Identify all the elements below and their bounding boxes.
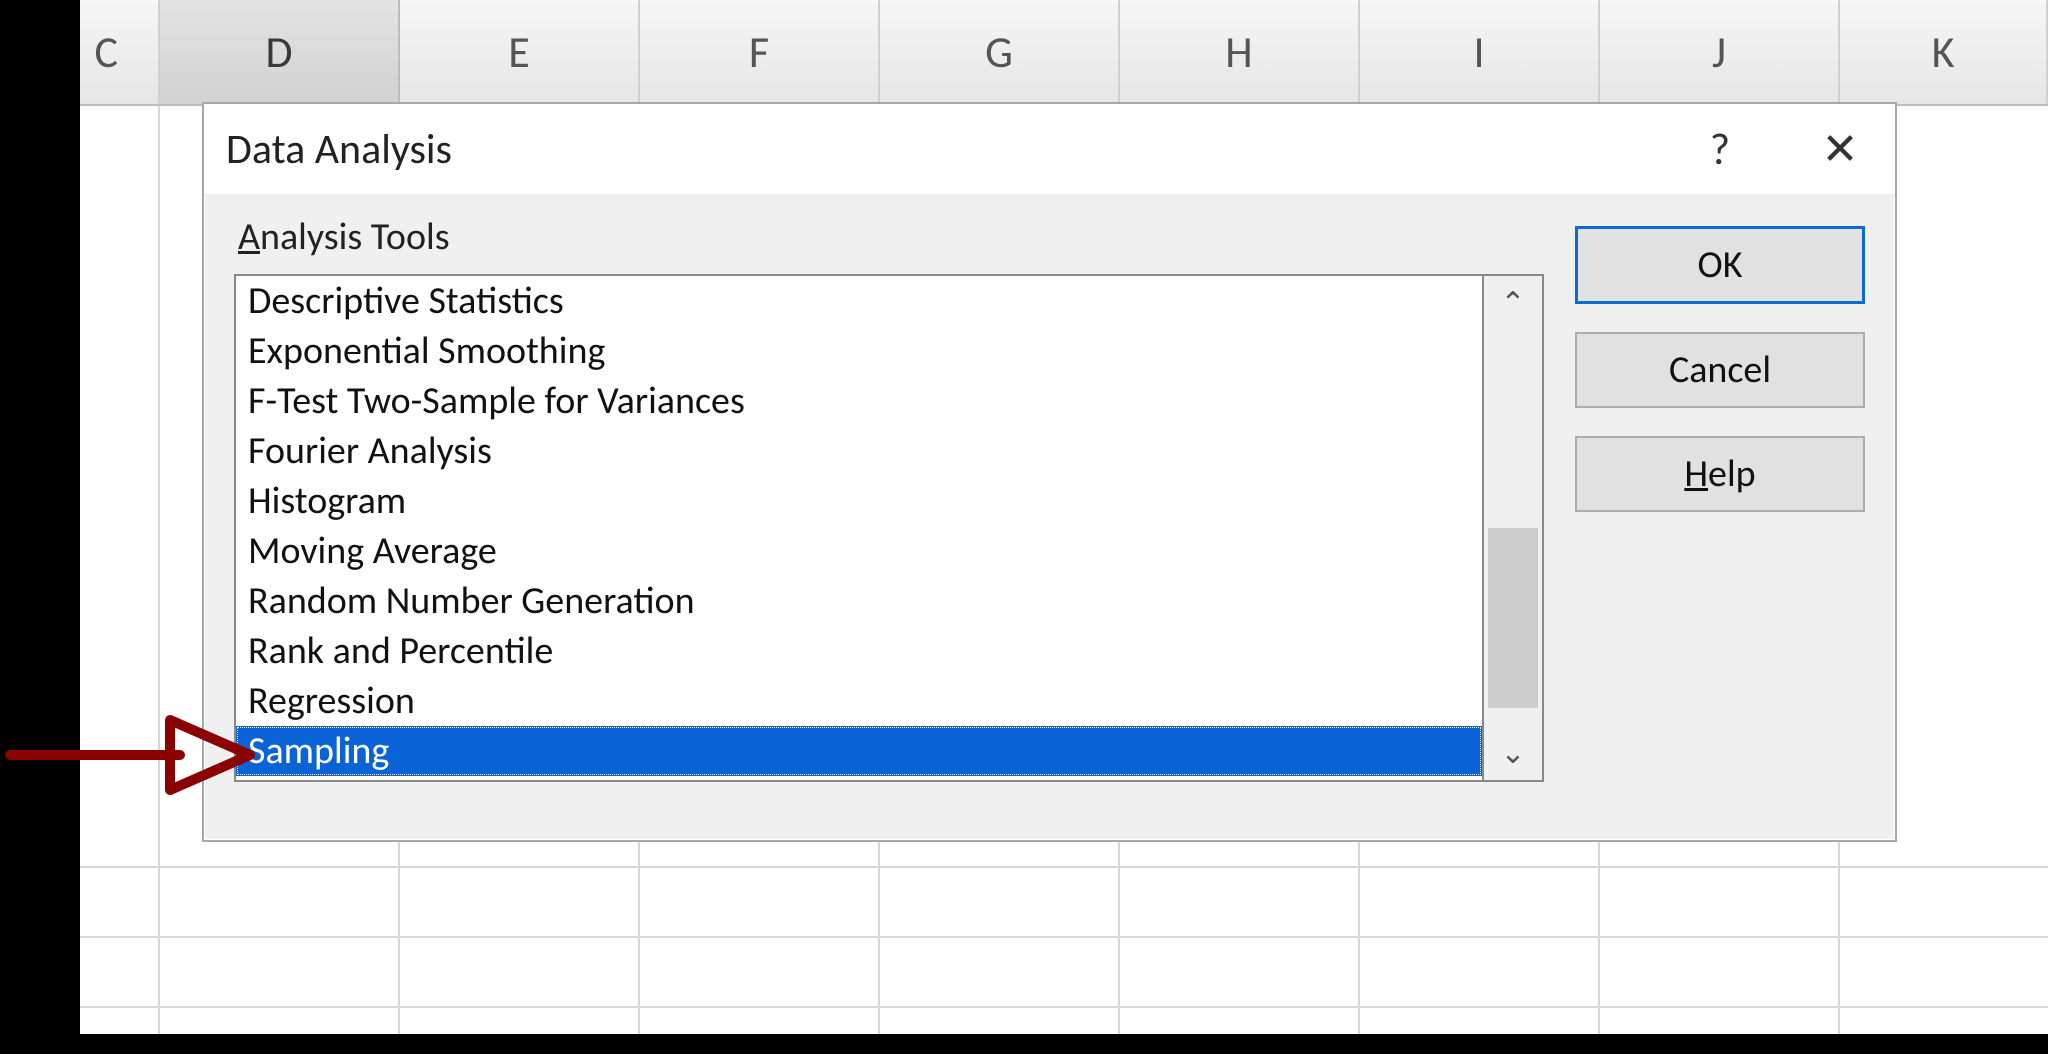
gridline [80, 866, 2048, 868]
left-letterbox [0, 0, 80, 1054]
column-header-g[interactable]: G [880, 0, 1120, 104]
column-header-e[interactable]: E [400, 0, 640, 104]
dialog-title: Data Analysis [226, 124, 452, 175]
list-item-selected[interactable]: Sampling [236, 726, 1482, 776]
analysis-tools-listwrap: Descriptive Statistics Exponential Smoot… [234, 274, 1544, 782]
column-headers: C D E F G H I J K [80, 0, 2048, 106]
help-button[interactable]: Help [1575, 436, 1865, 512]
list-item[interactable]: Exponential Smoothing [236, 326, 1482, 376]
cancel-button[interactable]: Cancel [1575, 332, 1865, 408]
scroll-down-icon[interactable]: ⌄ [1484, 726, 1542, 780]
column-header-i[interactable]: I [1360, 0, 1600, 104]
scroll-thumb[interactable] [1488, 528, 1538, 708]
close-icon[interactable]: ✕ [1795, 104, 1885, 194]
list-item[interactable]: F-Test Two-Sample for Variances [236, 376, 1482, 426]
list-item[interactable]: Descriptive Statistics [236, 276, 1482, 326]
scroll-track[interactable] [1484, 330, 1542, 726]
listbox-scrollbar[interactable]: ⌃ ⌄ [1484, 274, 1544, 782]
gridline [80, 936, 2048, 938]
help-icon[interactable]: ? [1675, 104, 1765, 194]
gridline [80, 1006, 2048, 1008]
bottom-letterbox [0, 1034, 2048, 1054]
data-analysis-dialog: Data Analysis ? ✕ Analysis Tools Descrip… [202, 102, 1897, 842]
dialog-titlebar[interactable]: Data Analysis ? ✕ [204, 104, 1895, 196]
dialog-button-stack: OK Cancel Help [1575, 226, 1865, 512]
list-item[interactable]: Rank and Percentile [236, 626, 1482, 676]
column-header-k[interactable]: K [1840, 0, 2048, 104]
column-header-d[interactable]: D [160, 0, 400, 104]
column-header-h[interactable]: H [1120, 0, 1360, 104]
scroll-up-icon[interactable]: ⌃ [1484, 276, 1542, 330]
ok-button[interactable]: OK [1575, 226, 1865, 304]
column-header-j[interactable]: J [1600, 0, 1840, 104]
analysis-tools-listbox[interactable]: Descriptive Statistics Exponential Smoot… [234, 274, 1484, 782]
list-item[interactable]: Random Number Generation [236, 576, 1482, 626]
list-item[interactable]: Regression [236, 676, 1482, 726]
list-item[interactable]: Histogram [236, 476, 1482, 526]
column-header-c[interactable]: C [80, 0, 160, 104]
list-item[interactable]: Moving Average [236, 526, 1482, 576]
column-header-f[interactable]: F [640, 0, 880, 104]
gridline [158, 106, 160, 1034]
list-item[interactable]: Fourier Analysis [236, 426, 1482, 476]
